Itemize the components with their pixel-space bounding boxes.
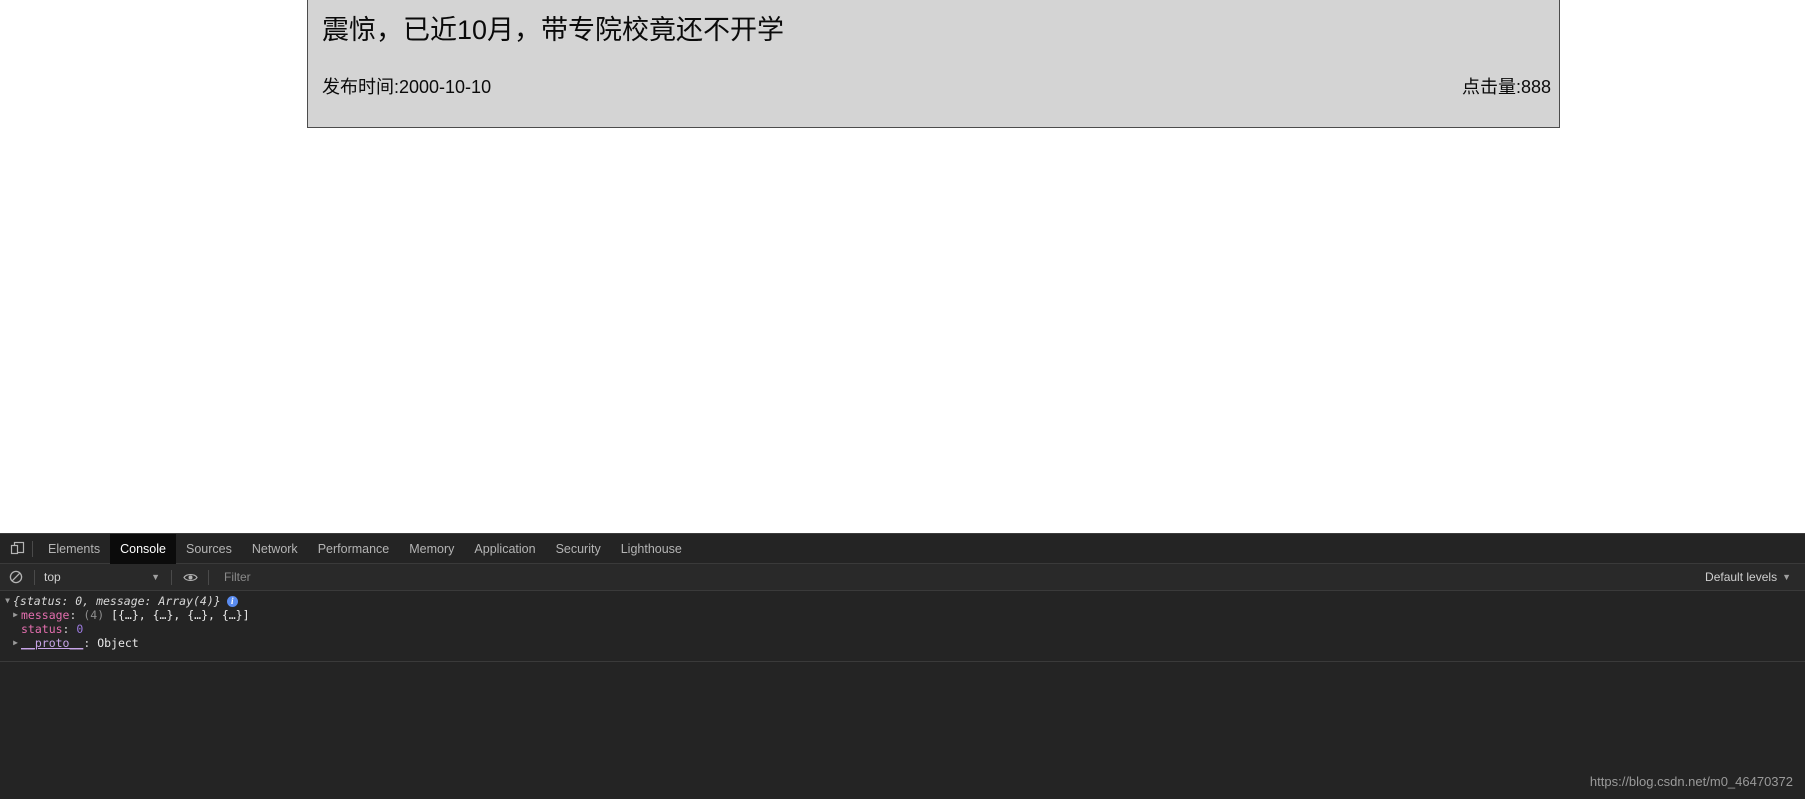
property-colon-proto: : bbox=[83, 636, 91, 650]
info-icon[interactable]: i bbox=[226, 595, 238, 607]
clear-console-icon[interactable] bbox=[5, 566, 27, 588]
console-filter-input[interactable] bbox=[218, 567, 1698, 587]
console-object-preview: {status: 0, message: Array(4)} bbox=[13, 594, 221, 608]
tab-network[interactable]: Network bbox=[242, 534, 308, 564]
tab-sources[interactable]: Sources bbox=[176, 534, 242, 564]
article-card: 震惊，已近10月，带专院校竟还不开学 发布时间:2000-10-10 点击量:8… bbox=[307, 0, 1560, 128]
tab-console[interactable]: Console bbox=[110, 533, 176, 564]
article-title: 震惊，已近10月，带专院校竟还不开学 bbox=[322, 15, 785, 45]
property-name-status: status bbox=[21, 622, 63, 636]
devtools-panel: Elements Console Sources Network Perform… bbox=[0, 533, 1805, 799]
array-length-message: (4) bbox=[83, 608, 105, 622]
disclosure-triangle-message[interactable]: ▶ bbox=[10, 608, 21, 622]
property-value-status: 0 bbox=[76, 622, 84, 636]
toolbar-divider-3 bbox=[208, 569, 209, 585]
tab-lighthouse[interactable]: Lighthouse bbox=[611, 534, 692, 564]
property-name-proto: __proto__ bbox=[21, 636, 84, 650]
tab-security[interactable]: Security bbox=[546, 534, 611, 564]
console-property-message[interactable]: ▶ message : (4) [{…}, {…}, {…}, {…}] bbox=[0, 608, 1805, 622]
tab-elements[interactable]: Elements bbox=[38, 534, 110, 564]
tab-application[interactable]: Application bbox=[464, 534, 545, 564]
tabbar-divider bbox=[32, 540, 33, 557]
chevron-down-icon: ▼ bbox=[151, 571, 160, 582]
array-preview-message: [{…}, {…}, {…}, {…}] bbox=[111, 608, 250, 622]
console-property-proto[interactable]: ▶ __proto__ : Object bbox=[0, 636, 1805, 650]
console-context-label: top bbox=[44, 570, 61, 584]
console-property-status[interactable]: status : 0 bbox=[0, 622, 1805, 636]
devtools-tabbar: Elements Console Sources Network Perform… bbox=[0, 533, 1805, 564]
eye-icon[interactable] bbox=[179, 566, 201, 588]
article-meta-row: 发布时间:2000-10-10 点击量:888 bbox=[322, 74, 1551, 100]
browser-viewport: 震惊，已近10月，带专院校竟还不开学 发布时间:2000-10-10 点击量:8… bbox=[0, 0, 1805, 533]
console-toolbar: top ▼ Default levels ▼ bbox=[0, 564, 1805, 591]
article-publish-time: 发布时间:2000-10-10 bbox=[322, 77, 492, 97]
property-value-proto: Object bbox=[97, 636, 139, 650]
watermark-url: https://blog.csdn.net/m0_46470372 bbox=[1589, 774, 1793, 789]
console-empty-area[interactable] bbox=[0, 662, 1805, 799]
log-levels-label: Default levels bbox=[1705, 570, 1778, 584]
console-message-list: ▼ {status: 0, message: Array(4)} i ▶ mes… bbox=[0, 591, 1805, 662]
article-view-count: 点击量:888 bbox=[1461, 77, 1551, 97]
disclosure-triangle-root[interactable]: ▼ bbox=[2, 594, 13, 608]
log-levels-selector[interactable]: Default levels ▼ bbox=[1697, 570, 1805, 584]
disclosure-triangle-proto[interactable]: ▶ bbox=[10, 636, 21, 650]
tab-memory[interactable]: Memory bbox=[399, 534, 464, 564]
chevron-down-icon-levels: ▼ bbox=[1782, 571, 1791, 582]
console-context-selector[interactable]: top ▼ bbox=[42, 567, 164, 587]
dock-panel-icon[interactable] bbox=[4, 536, 30, 562]
property-colon-message: : bbox=[69, 608, 77, 622]
toolbar-divider-2 bbox=[171, 569, 172, 585]
toolbar-divider bbox=[34, 569, 35, 585]
console-log-root[interactable]: ▼ {status: 0, message: Array(4)} i bbox=[0, 594, 1805, 608]
property-name-message: message bbox=[21, 608, 70, 622]
property-colon-status: : bbox=[62, 622, 70, 636]
tab-performance[interactable]: Performance bbox=[308, 534, 400, 564]
